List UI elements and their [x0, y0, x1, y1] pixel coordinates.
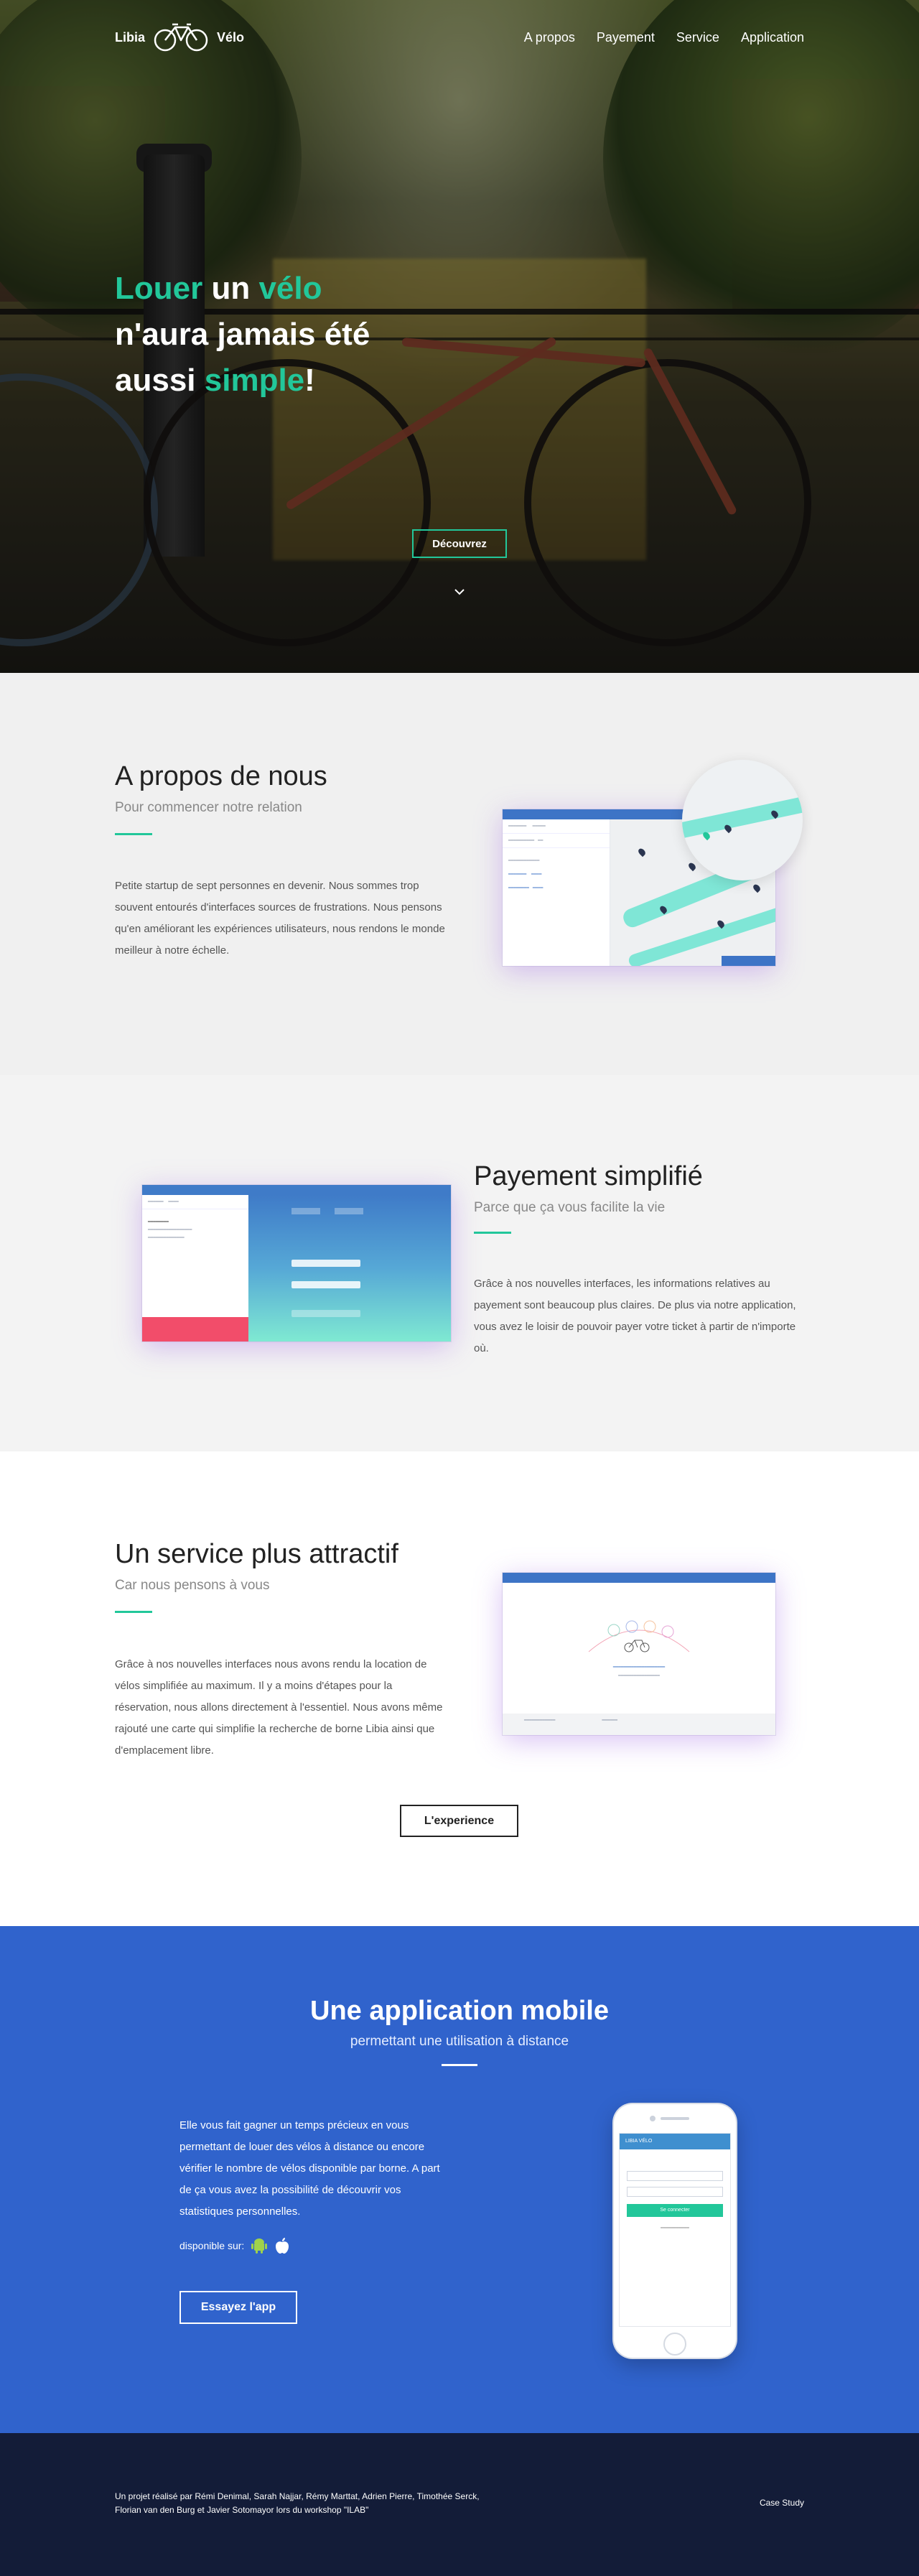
about-accent-line [115, 833, 152, 835]
phone-input [627, 2187, 723, 2197]
about-body: Petite startup de sept personnes en deve… [115, 880, 445, 957]
service-title: Un service plus attractif [115, 1539, 398, 1569]
headline-line-2: n'aura jamais été [115, 317, 370, 352]
footer-credit: Un projet réalisé par Rémi Denimal, Sara… [115, 2491, 480, 2515]
map-pin-icon [752, 883, 762, 893]
service-section: Un service plus attractif Car nous penso… [0, 1451, 919, 1926]
app-body: Elle vous fait gagner un temps précieux … [179, 2119, 440, 2218]
mockup-row: ━━━━━━━━━━━━━━━━━ [148, 1228, 192, 1232]
mockup-footer: ━━━━━━━━━━━━ ━━━━━━ [503, 1714, 775, 1735]
logo-text-left: Libia [115, 29, 146, 45]
apple-icon[interactable] [274, 2237, 290, 2254]
about-subtitle: Pour commencer notre relation [115, 800, 302, 815]
bike-logo-icon [154, 23, 208, 52]
payment-section: Payement simplifié Parce que ça vous fac… [0, 1075, 919, 1451]
mockup-station-list: ━━━━━━━ ━━━━━ ━━━━━━━━━━ ━━ ━━━━━━━━━━━━… [503, 819, 610, 966]
mockup-input [291, 1281, 360, 1288]
hero-section: Libia Vélo A propos Payement Service App… [0, 0, 919, 673]
main-menu: A propos Payement Service Application [524, 30, 804, 45]
mockup-row: ━━━━━━━━━━━━ ━━━━━━ [524, 1719, 618, 1723]
mockup-row: ━━━━━━ ━━━━ [142, 1195, 248, 1209]
payment-subtitle: Parce que ça vous facilite la vie [474, 1200, 666, 1215]
phone-link: ━━━━━━━━━━━ [661, 2226, 689, 2231]
map-river [682, 794, 803, 840]
payment-body: Grâce à nos nouvelles interfaces, les in… [474, 1278, 796, 1354]
service-accent-line [115, 1611, 152, 1613]
phone-app-header: LIBIA VÉLO [620, 2134, 730, 2149]
logo-text-right: Vélo [217, 29, 245, 45]
mockup-row: ━━━━━━━ ━━━━━ [503, 819, 610, 834]
about-title: A propos de nous [115, 761, 327, 791]
mockup-header-bar [503, 1573, 775, 1583]
phone-input [627, 2171, 723, 2181]
mockup-caption: ━━━━━━━━━━━━━━━━ [618, 1674, 660, 1678]
payment-mockup: ━━━━━━ ━━━━ ━━━━━━━━ ━━━━━━━━━━━━━━━━━ ━… [142, 1185, 451, 1342]
available-on: disponible sur: [179, 2237, 290, 2254]
mockup-tab [291, 1208, 320, 1214]
payment-accent-line [474, 1232, 511, 1234]
mockup-row: ━━━━━━━ ━━━━ [508, 873, 542, 877]
mockup-input [291, 1260, 360, 1267]
phone-screen: LIBIA VÉLO Se connecter ━━━━━━━━━━━ [619, 2133, 731, 2327]
payment-title: Payement simplifié [474, 1161, 703, 1191]
service-body: Grâce à nos nouvelles interfaces nous av… [115, 1658, 443, 1757]
app-accent-line [442, 2064, 477, 2066]
map-zoom-circle [682, 760, 803, 880]
map-pin-icon [637, 847, 647, 857]
mockup-row: ━━━━━━━━━━━━━━ [148, 1236, 185, 1240]
phone-home-button [663, 2333, 686, 2356]
mockup-row: ━━━━━━━━━━━━ [508, 859, 540, 863]
headline-exclamation: ! [304, 363, 315, 398]
try-app-button[interactable]: Essayez l'app [179, 2291, 297, 2324]
about-section: A propos de nous Pour commencer notre re… [0, 673, 919, 1075]
android-icon[interactable] [251, 2237, 268, 2254]
nav-link-application[interactable]: Application [741, 30, 804, 45]
logo[interactable]: Libia Vélo [115, 22, 244, 53]
mockup-header-bar [142, 1185, 451, 1195]
mockup-alert-bar [142, 1317, 248, 1342]
mockup-payment-form [248, 1195, 451, 1342]
phone-camera [650, 2116, 656, 2121]
app-section: Une application mobile permettant une ut… [0, 1926, 919, 2433]
nav-link-payement[interactable]: Payement [597, 30, 655, 45]
experience-button[interactable]: L'experience [400, 1805, 518, 1837]
case-study-link[interactable]: Case Study [760, 2498, 804, 2508]
bike-illustration-icon [588, 1620, 690, 1652]
mockup-info-panel: ━━━━━━ ━━━━ ━━━━━━━━ ━━━━━━━━━━━━━━━━━ ━… [142, 1195, 248, 1342]
top-navigation: Libia Vélo A propos Payement Service App… [0, 0, 919, 75]
discover-button[interactable]: Découvrez [412, 529, 507, 558]
mockup-row: ━━━━━━━━ [148, 1220, 169, 1224]
service-subtitle: Car nous pensons à vous [115, 1578, 270, 1593]
app-title: Une application mobile [310, 1996, 609, 2026]
mockup-tab [335, 1208, 363, 1214]
map-pin-icon [687, 861, 697, 872]
phone-speaker [661, 2117, 689, 2120]
mockup-blue-button [722, 956, 775, 966]
available-label: disponible sur: [179, 2240, 245, 2251]
hero-headline: Louer un vélo n'aura jamais été aussi si… [115, 266, 370, 404]
headline-word-simple: simple [204, 363, 305, 398]
phone-mockup: LIBIA VÉLO Se connecter ━━━━━━━━━━━ [614, 2104, 736, 2358]
app-subtitle: permettant une utilisation à distance [350, 2034, 569, 2049]
headline-word-un: un [202, 271, 259, 306]
mockup-button [291, 1310, 360, 1317]
nav-link-a-propos[interactable]: A propos [524, 30, 575, 45]
headline-word-aussi: aussi [115, 363, 205, 398]
phone-spacer [620, 2149, 730, 2165]
chevron-down-icon[interactable] [451, 583, 468, 600]
nav-link-service[interactable]: Service [676, 30, 719, 45]
mockup-row: ━━━━━━━━ ━━━━ [508, 886, 544, 891]
mockup-row: ━━━━━━━━━━ ━━ [503, 834, 610, 848]
service-mockup: ━━━━━━━━━━━━━━━━━━━━ ━━━━━━━━━━━━━━━━ ━━… [503, 1573, 775, 1735]
mockup-caption: ━━━━━━━━━━━━━━━━━━━━ [612, 1665, 666, 1670]
phone-login-button: Se connecter [627, 2204, 723, 2217]
headline-word-louer: Louer [115, 271, 203, 306]
headline-word-velo: vélo [258, 271, 322, 306]
